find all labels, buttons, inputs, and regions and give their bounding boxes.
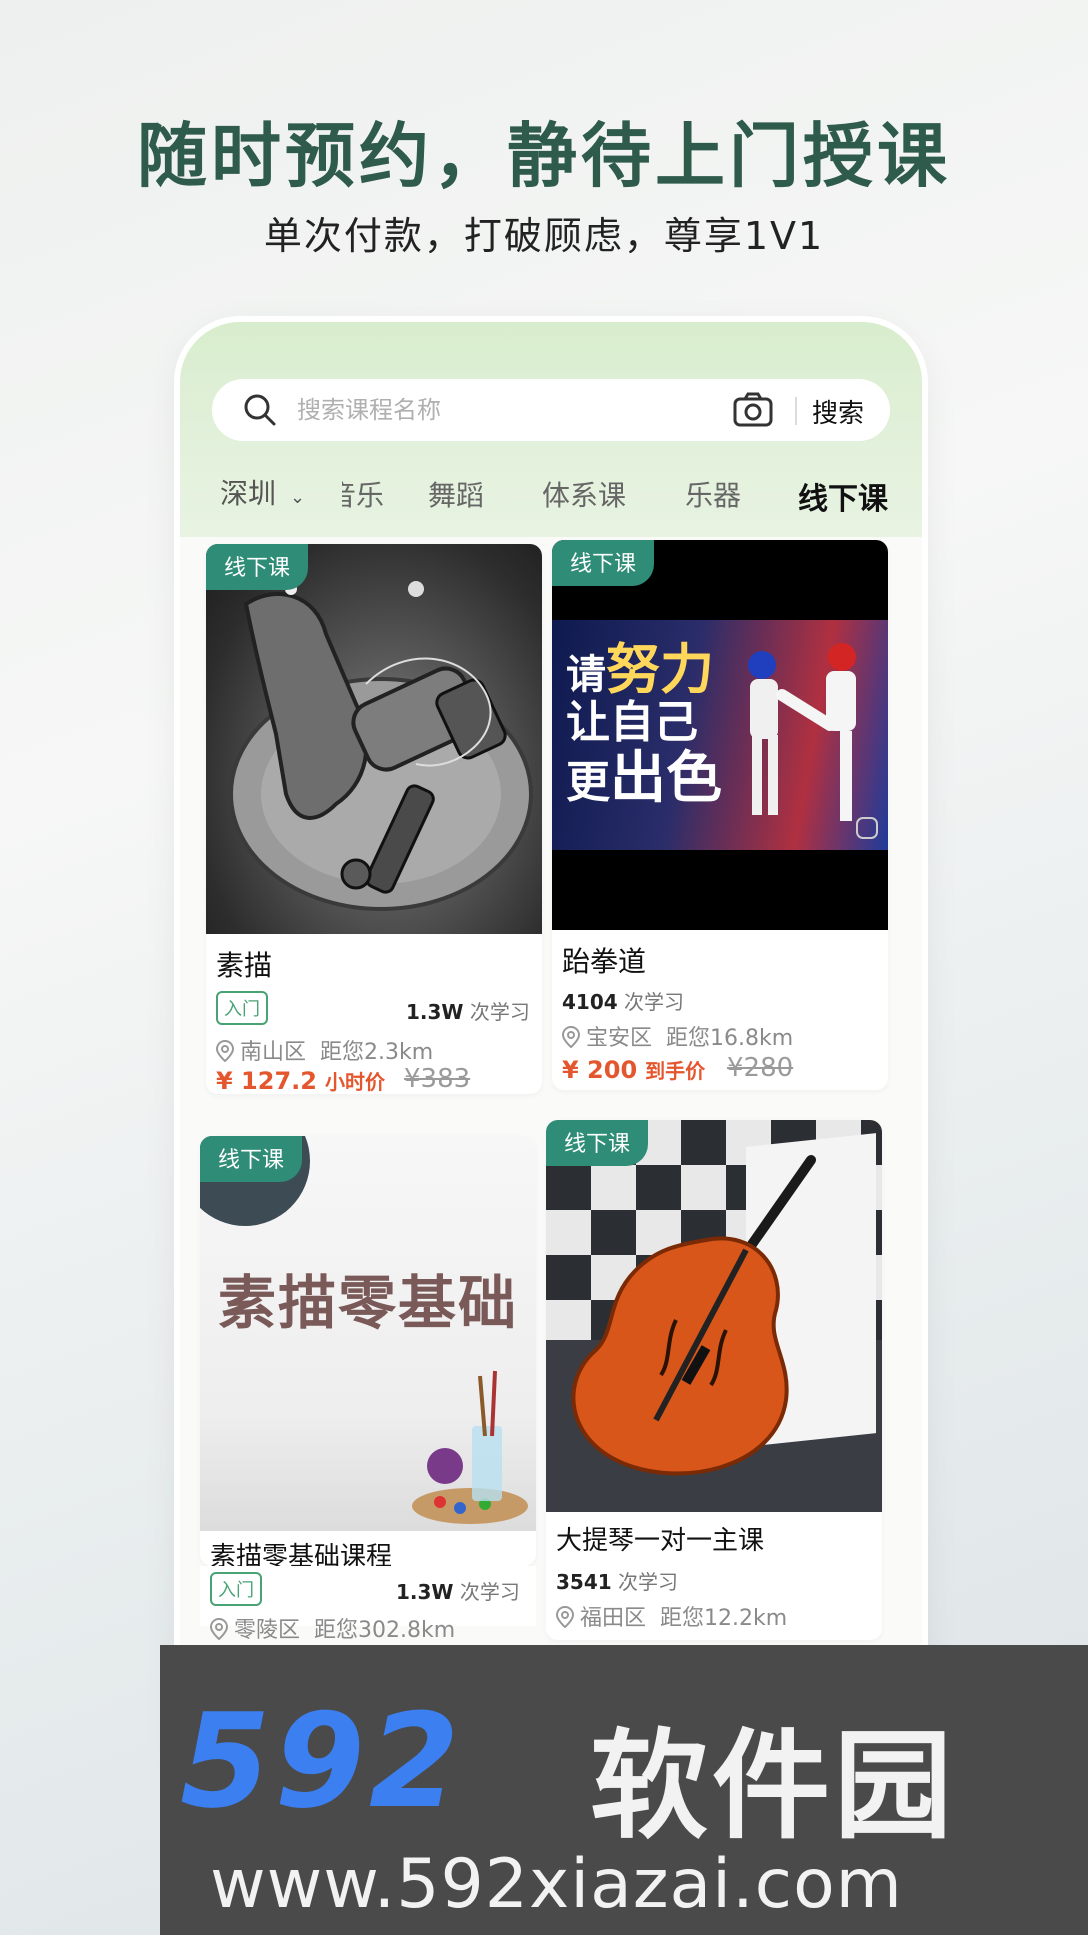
watermark-number: 592 (180, 1685, 464, 1837)
watermark-name: 软件园 (590, 1717, 957, 1855)
course-image: 素描零基础 线下课 (200, 1136, 536, 1531)
poster-word: 更 (566, 756, 610, 808)
tab-instrument[interactable]: 乐器 (685, 474, 741, 514)
search-input[interactable] (297, 389, 697, 431)
level-tag: 入门 (210, 1572, 262, 1606)
offline-badge: 线下课 (200, 1136, 303, 1182)
location: 零陵区 距您302.8km (210, 1612, 455, 1644)
search-divider (795, 397, 797, 425)
learner-count-label: 次学习 (624, 990, 685, 1014)
learner-count: 1.3W 次学习 (406, 996, 530, 1025)
location: 南山区 距您2.3km (216, 1034, 433, 1066)
learner-count: 3541 次学习 (556, 1566, 678, 1595)
location-pin-icon (210, 1618, 228, 1640)
offline-badge: 线下课 (206, 544, 309, 590)
watermark-url: www.592xiazai.com (210, 1845, 903, 1924)
course-card-taekwondo[interactable]: 请努力 让自己 更出色 线下课 跆拳道 4104 次学习 宝安区 距您16.8k… (552, 540, 888, 1090)
course-card-sketch-basics-meta: 入门 1.3W 次学习 零陵区 距您302.8km (200, 1566, 536, 1643)
district: 宝安区 (586, 1026, 653, 1051)
district: 南山区 (240, 1040, 307, 1065)
price-unit: 到手价 (645, 1059, 706, 1083)
poster-line: 让自己 (566, 697, 698, 749)
district: 福田区 (580, 1606, 647, 1631)
level-tag: 入门 (216, 991, 268, 1025)
course-image: 线下课 (546, 1120, 882, 1512)
learner-count-number: 1.3W (396, 1580, 454, 1604)
course-title: 大提琴一对一主课 (556, 1526, 765, 1556)
watermark-banner: 592 软件园 www.592xiazai.com (160, 1645, 1088, 1935)
learner-count-number: 1.3W (406, 1000, 464, 1024)
learner-count-label: 次学习 (469, 1000, 530, 1024)
price: ¥ 200 到手价 (562, 1055, 705, 1084)
phone-frame: 搜索 深圳 ⌄ 音乐 舞蹈 体系课 乐器 线下课 线下课 (180, 322, 922, 1752)
tab-dance[interactable]: 舞蹈 (428, 474, 484, 514)
price-value: ¥ 127.2 (216, 1067, 317, 1094)
learner-count-number: 3541 (556, 1570, 612, 1594)
course-image: 线下课 (206, 544, 542, 934)
learner-count-label: 次学习 (459, 1580, 520, 1604)
search-button[interactable]: 搜索 (812, 393, 864, 430)
distance: 距您16.8km (666, 1026, 794, 1051)
palette-illustration (412, 1370, 528, 1524)
distance: 距您2.3km (320, 1040, 434, 1065)
course-title: 跆拳道 (562, 945, 647, 978)
location: 宝安区 距您16.8km (562, 1020, 793, 1052)
location-pin-icon (556, 1606, 574, 1628)
search-icon (244, 394, 276, 426)
subline: 单次付款，打破顾虑，尊享1V1 (263, 214, 825, 258)
course-image: 请努力 让自己 更出色 线下课 (552, 540, 888, 930)
camera-icon[interactable] (732, 391, 774, 429)
tab-offline-course[interactable]: 线下课 (798, 474, 888, 518)
distance: 距您302.8km (314, 1618, 456, 1643)
learner-count: 1.3W 次学习 (396, 1576, 520, 1605)
scan-icon (856, 817, 878, 839)
location-pin-icon (216, 1040, 234, 1062)
distance: 距您12.2km (660, 1606, 788, 1631)
location: 福田区 距您12.2km (556, 1600, 787, 1632)
offline-badge: 线下课 (546, 1120, 649, 1166)
poster-word: 努力 (606, 638, 714, 701)
poster-text: 素描零基础 (217, 1269, 518, 1337)
city-selector[interactable]: 深圳 ⌄ (220, 472, 305, 512)
original-price: ¥383 (404, 1064, 471, 1094)
category-tabs: 深圳 ⌄ 音乐 舞蹈 体系课 乐器 线下课 (180, 462, 922, 522)
location-pin-icon (562, 1026, 580, 1048)
tab-music[interactable]: 音乐 (342, 474, 384, 514)
price: ¥ 127.2 小时价 (216, 1066, 385, 1094)
course-title: 素描 (216, 949, 273, 982)
poster-word: 出色 (610, 745, 722, 811)
poster-text: 请努力 让自己 更出色 (566, 640, 722, 809)
poster-word: 请 (566, 652, 606, 698)
learner-count-number: 4104 (562, 990, 618, 1014)
learner-count: 4104 次学习 (562, 986, 684, 1015)
cello-illustration (571, 1155, 816, 1476)
price-unit: 小时价 (324, 1070, 385, 1094)
search-bar[interactable]: 搜索 (212, 379, 890, 441)
offline-badge: 线下课 (552, 540, 655, 586)
tab-system-course[interactable]: 体系课 (542, 474, 626, 514)
price-value: ¥ 200 (562, 1056, 638, 1084)
original-price: ¥280 (727, 1053, 794, 1083)
chevron-down-icon: ⌄ (290, 487, 306, 508)
course-card-sketch[interactable]: 线下课 素描 入门 1.3W 次学习 南山区 距您2.3km ¥ 127.2 小时… (206, 544, 542, 1094)
sketch-illustration (229, 581, 533, 911)
city-label: 深圳 (220, 477, 277, 510)
headline: 随时预约，静待上门授课 (137, 115, 951, 197)
course-card-sketch-basics[interactable]: 素描零基础 线下课 素描零基础课程 (200, 1136, 536, 1566)
course-card-cello[interactable]: 线下课 大提琴一对一主课 3541 次学习 福田区 距您12.2km (546, 1120, 882, 1640)
course-title: 素描零基础课程 (210, 1542, 393, 1566)
district: 零陵区 (234, 1618, 301, 1643)
fighters-illustration (748, 643, 856, 821)
learner-count-label: 次学习 (618, 1570, 679, 1594)
